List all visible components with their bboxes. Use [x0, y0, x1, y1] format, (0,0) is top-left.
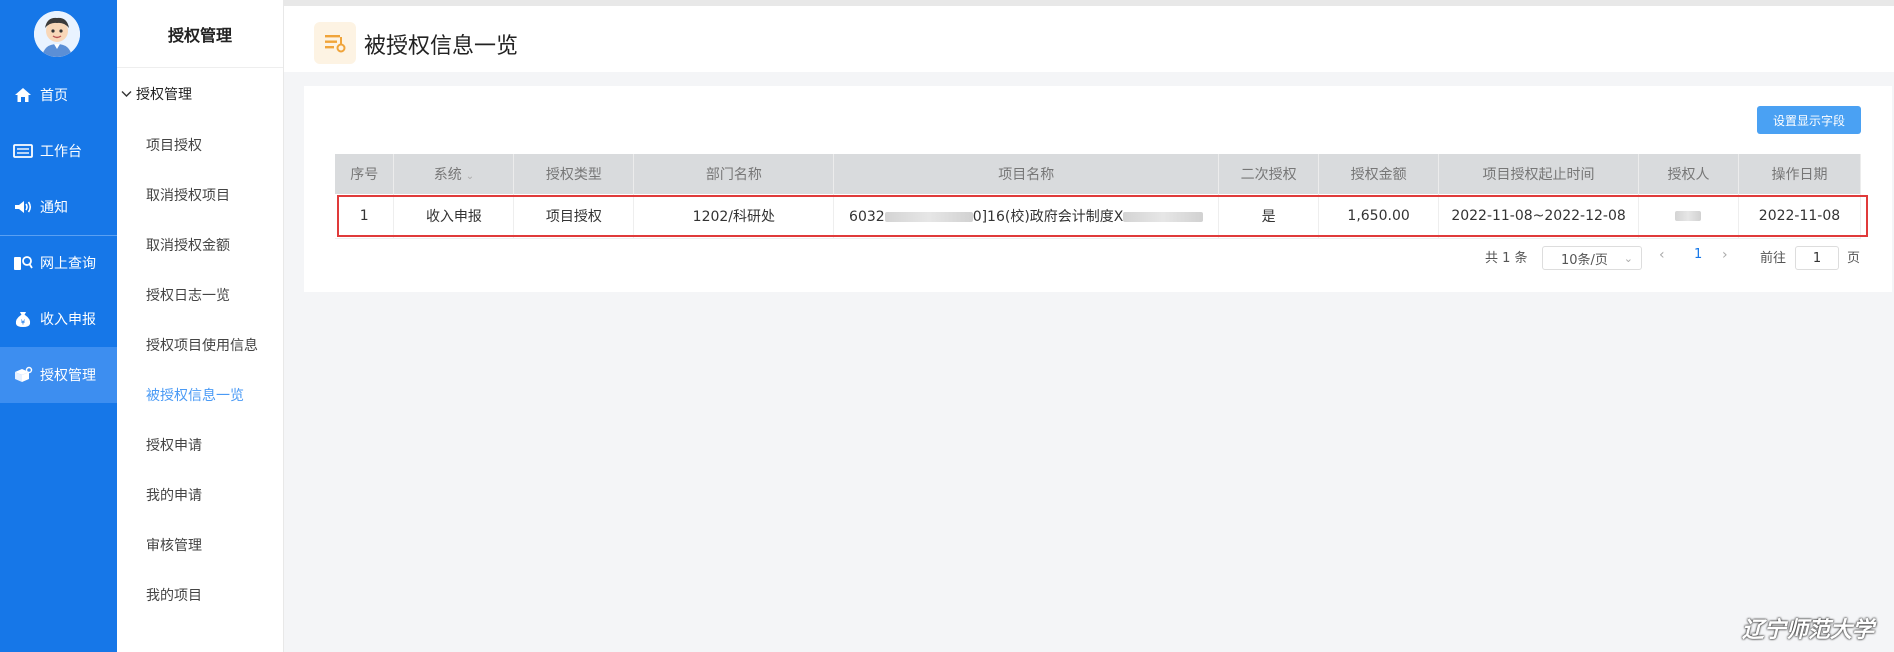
table-row[interactable]: 1 收入申报 项目授权 1202/科研处 6032 0]16(校)政府会计制度X … — [335, 194, 1862, 239]
goto-page-input[interactable] — [1795, 246, 1839, 270]
submenu-item-my-projects[interactable]: 我的项目 — [146, 585, 202, 605]
left-nav-rail: 首页 工作台 通知 网上查询 ¥ 收入申报 授权管理 — [0, 0, 117, 652]
rail-item-notice[interactable]: 通知 — [0, 179, 117, 235]
pagination-total: 共 1 条 — [1485, 251, 1528, 266]
page-size-value: 10条/页 — [1561, 252, 1608, 268]
speaker-icon — [12, 198, 34, 216]
query-icon — [12, 254, 34, 272]
cell-amount: 1,650.00 — [1318, 194, 1440, 239]
project-prefix: 6032 — [849, 208, 885, 225]
column-header: 项目授权起止时间 — [1438, 154, 1640, 194]
rail-item-label: 收入申报 — [40, 312, 96, 328]
cell-secondary-auth: 是 — [1218, 194, 1320, 239]
user-avatar[interactable] — [34, 11, 80, 57]
app-root: 首页 工作台 通知 网上查询 ¥ 收入申报 授权管理 授权管理 授权管理 项目授… — [0, 0, 1894, 652]
project-middle: 0]16(校)政府会计制度 — [972, 208, 1114, 225]
cell-project-name: 6032 0]16(校)政府会计制度X — [833, 194, 1220, 239]
rail-item-label: 授权管理 — [40, 368, 96, 384]
submenu-group-label: 授权管理 — [136, 87, 192, 103]
rail-item-workbench[interactable]: 工作台 — [0, 123, 117, 179]
rail-item-online-query[interactable]: 网上查询 — [0, 235, 117, 291]
submenu-item-project-auth[interactable]: 项目授权 — [146, 135, 202, 155]
authorization-table: 序号 系统 ⌄ 授权类型 部门名称 项目名称 二次授权 授权金额 项目授权起止时间… — [335, 154, 1862, 239]
svg-text:¥: ¥ — [21, 319, 26, 327]
column-header: 部门名称 — [633, 154, 835, 194]
university-watermark: 辽宁师范大学 — [1742, 617, 1875, 643]
submenu-item-review[interactable]: 审核管理 — [146, 535, 202, 555]
chevron-down-icon: ⌄ — [1623, 251, 1633, 265]
cell-period: 2022-11-08~2022-12-08 — [1438, 194, 1640, 239]
rail-item-label: 首页 — [40, 88, 68, 104]
submenu-group-toggle[interactable]: 授权管理 — [121, 84, 192, 104]
page-size-select[interactable]: 10条/页 ⌄ — [1542, 246, 1642, 270]
cell-system: 收入申报 — [393, 194, 515, 239]
column-header: 项目名称 — [833, 154, 1220, 194]
cell-auth-type: 项目授权 — [513, 194, 635, 239]
column-header: 二次授权 — [1218, 154, 1320, 194]
redacted-block — [1123, 211, 1204, 222]
page-number-current[interactable]: 1 — [1694, 247, 1702, 262]
secondary-menu: 授权管理 授权管理 项目授权 取消授权项目 取消授权金额 授权日志一览 授权项目… — [117, 0, 284, 652]
submenu-title: 授权管理 — [117, 0, 283, 68]
rail-item-authorization[interactable]: 授权管理 — [0, 347, 117, 403]
table-header-row: 序号 系统 ⌄ 授权类型 部门名称 项目名称 二次授权 授权金额 项目授权起止时间… — [335, 154, 1862, 194]
redacted-block — [1675, 210, 1702, 221]
cell-index: 1 — [335, 194, 395, 239]
rail-item-label: 通知 — [40, 200, 68, 216]
cell-authorizer — [1638, 194, 1739, 239]
content-card: 设置显示字段 序号 系统 ⌄ 授权类型 部门名称 项目名称 二次授权 授权金额 项… — [304, 86, 1892, 292]
rail-item-income-declare[interactable]: ¥ 收入申报 — [0, 291, 117, 347]
column-header: 操作日期 — [1738, 154, 1862, 194]
page-suffix: 页 — [1847, 251, 1861, 266]
next-page-icon[interactable]: › — [1722, 247, 1728, 263]
column-header: 授权金额 — [1318, 154, 1440, 194]
submenu-item-usage-info[interactable]: 授权项目使用信息 — [146, 335, 258, 355]
column-header-system[interactable]: 系统 ⌄ — [393, 154, 515, 194]
submenu-item-cancel-project[interactable]: 取消授权项目 — [146, 185, 230, 205]
column-header: 序号 — [335, 154, 395, 194]
column-header: 授权类型 — [513, 154, 635, 194]
project-suffix: X — [1113, 208, 1124, 225]
cell-department: 1202/科研处 — [633, 194, 835, 239]
page-header: 被授权信息一览 — [284, 0, 1894, 72]
sort-icon[interactable]: ⌄ — [466, 171, 474, 182]
rail-item-label: 工作台 — [40, 144, 82, 160]
list-icon — [314, 22, 356, 64]
rail-item-label: 网上查询 — [40, 256, 96, 272]
page-title: 被授权信息一览 — [364, 34, 519, 59]
submenu-item-auth-log[interactable]: 授权日志一览 — [146, 285, 230, 305]
submenu-item-auth-apply[interactable]: 授权申请 — [146, 435, 202, 455]
authorize-icon — [12, 366, 34, 384]
chevron-down-icon — [121, 87, 132, 101]
money-bag-icon: ¥ — [12, 310, 34, 328]
goto-label: 前往 — [1760, 251, 1787, 266]
home-icon — [12, 86, 34, 104]
submenu-item-authorized-list[interactable]: 被授权信息一览 — [146, 385, 244, 405]
workbench-icon — [12, 142, 34, 160]
cell-op-date: 2022-11-08 — [1738, 194, 1862, 239]
column-header-label: 系统 — [433, 167, 462, 183]
submenu-item-cancel-amount[interactable]: 取消授权金额 — [146, 235, 230, 255]
submenu-item-my-apply[interactable]: 我的申请 — [146, 485, 202, 505]
rail-item-home[interactable]: 首页 — [0, 67, 117, 123]
set-display-fields-button[interactable]: 设置显示字段 — [1757, 106, 1861, 134]
column-header: 授权人 — [1638, 154, 1739, 194]
prev-page-icon[interactable]: ‹ — [1659, 247, 1665, 263]
redacted-block — [884, 211, 973, 222]
